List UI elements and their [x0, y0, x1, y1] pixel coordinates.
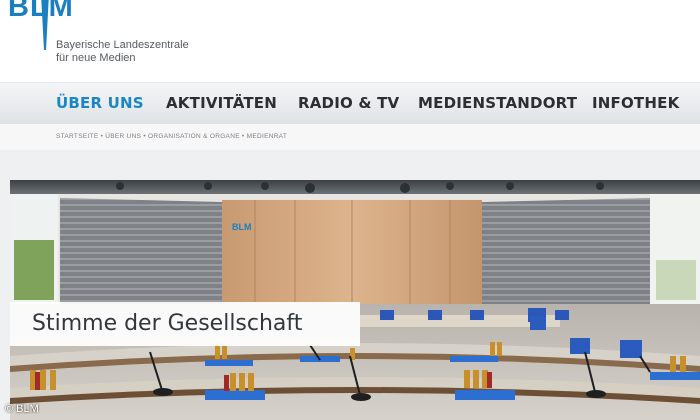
hero-image: BLM: [10, 180, 700, 420]
site-header: BLM Bayerische Landeszentrale für neue M…: [0, 0, 700, 82]
hero-caption-box: Stimme der Gesellschaft: [10, 302, 360, 346]
nav-item-aktivitaeten[interactable]: AKTIVITÄTEN: [166, 94, 277, 112]
tagline-line-2: für neue Medien: [56, 52, 136, 64]
nav-item-medienstandort[interactable]: MEDIENSTANDORT: [418, 94, 577, 112]
breadcrumb[interactable]: STARTSEITE • ÜBER UNS • ORGANISATION & O…: [56, 133, 287, 140]
nav-item-infothek[interactable]: INFOTHEK: [592, 94, 679, 112]
breadcrumb-bar: STARTSEITE • ÜBER UNS • ORGANISATION & O…: [0, 124, 700, 150]
nav-item-ueber-uns[interactable]: ÜBER UNS: [56, 94, 144, 112]
image-copyright: © BLM: [5, 403, 39, 415]
main-navigation: ÜBER UNS AKTIVITÄTEN RADIO & TV MEDIENST…: [0, 82, 700, 125]
nav-item-radio-tv[interactable]: RADIO & TV: [298, 94, 399, 112]
conference-room-illustration: [10, 180, 700, 420]
wall-logo: BLM: [232, 222, 252, 232]
logo-pin-icon: [41, 0, 49, 50]
logo-tagline: Bayerische Landeszentrale für neue Medie…: [56, 39, 189, 65]
hero-caption: Stimme der Gesellschaft: [32, 311, 303, 336]
tagline-line-1: Bayerische Landeszentrale: [56, 39, 189, 51]
